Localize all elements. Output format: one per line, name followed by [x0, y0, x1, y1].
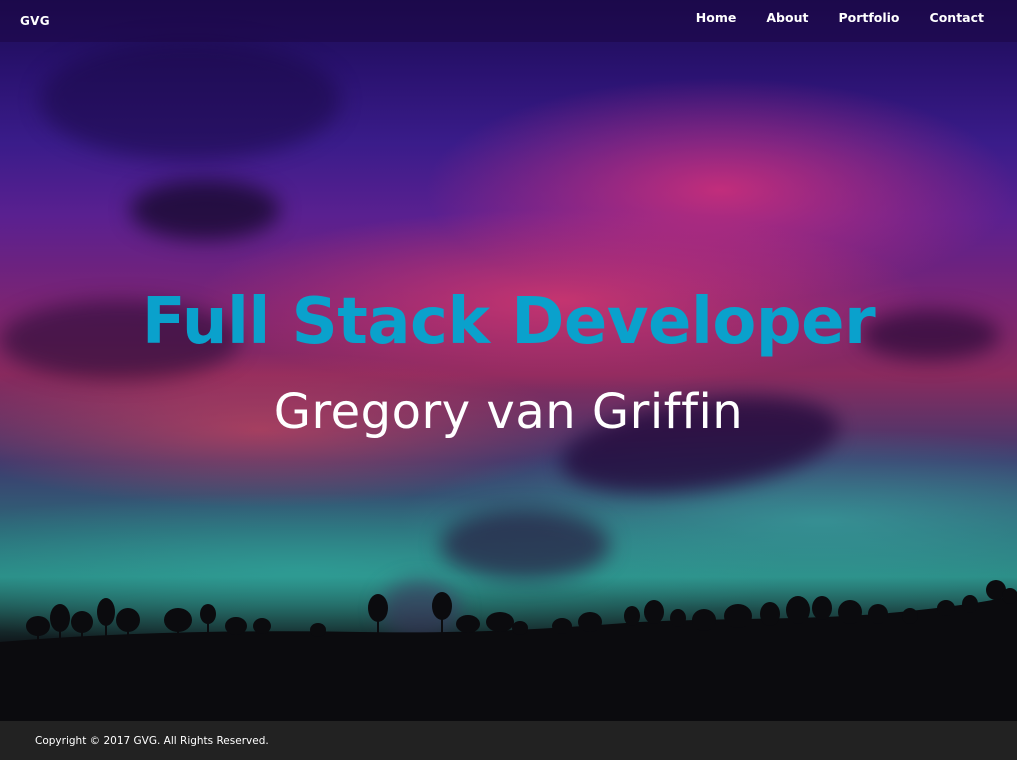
nav-link-contact[interactable]: Contact [915, 10, 999, 25]
treeline-silhouette [0, 580, 1017, 721]
cloud [40, 40, 340, 160]
cloud [130, 180, 280, 240]
brand-logo-link[interactable]: GVG [20, 14, 50, 28]
nav-links: Home About Portfolio Contact [681, 10, 999, 25]
top-navbar: GVG Home About Portfolio Contact [0, 0, 1017, 42]
nav-link-home[interactable]: Home [681, 10, 752, 25]
nav-link-about[interactable]: About [751, 10, 823, 25]
hero-subtitle: Gregory van Griffin [273, 384, 744, 440]
page: GVG Home About Portfolio Contact Full St… [0, 0, 1017, 760]
copyright-text: Copyright © 2017 GVG. All Rights Reserve… [35, 734, 269, 747]
nav-link-portfolio[interactable]: Portfolio [823, 10, 914, 25]
hero-title: Full Stack Developer [141, 285, 876, 359]
page-footer: Copyright © 2017 GVG. All Rights Reserve… [0, 721, 1017, 760]
